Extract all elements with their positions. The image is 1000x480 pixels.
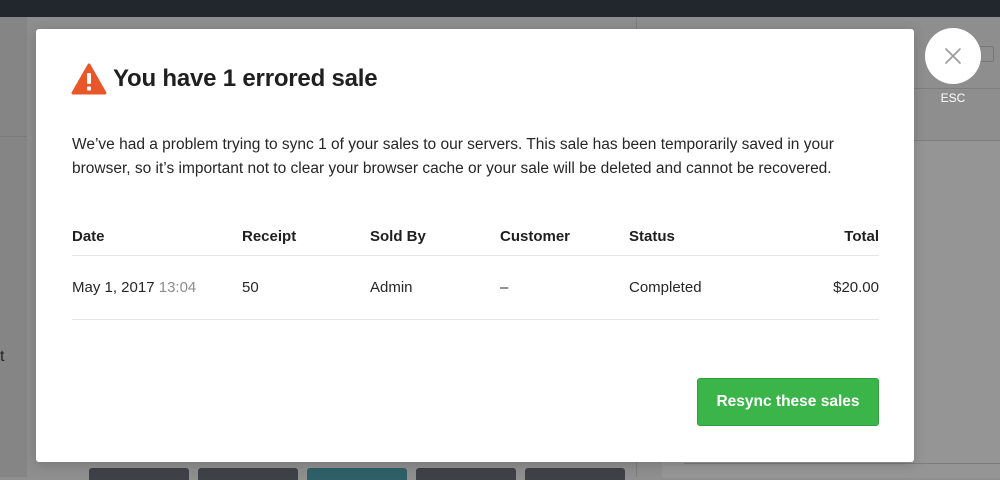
warning-triangle-icon — [71, 63, 107, 95]
header-date: Date — [72, 227, 105, 245]
errored-sales-modal: You have 1 errored sale We’ve had a prob… — [36, 29, 914, 462]
header-receipt: Receipt — [242, 227, 297, 245]
header-customer: Customer — [500, 227, 571, 245]
background-partial-text: t — [0, 348, 5, 365]
header-sold-by: Sold By — [370, 227, 426, 245]
background-right-divider — [914, 88, 1000, 89]
table-header: Date Receipt Sold By Customer Status Tot… — [72, 217, 879, 256]
background-button — [89, 468, 189, 480]
cell-sold-by: Admin — [370, 279, 413, 296]
header-total: Total — [844, 227, 879, 245]
background-button — [525, 468, 625, 480]
table-row: May 1, 2017 13:04 50 Admin – Completed $… — [72, 256, 879, 320]
modal-header: You have 1 errored sale — [71, 63, 378, 95]
background-left-divider — [0, 136, 27, 137]
modal-description: We’ve had a problem trying to sync 1 of … — [72, 136, 834, 177]
background-left-panel — [0, 17, 27, 477]
header-status: Status — [629, 227, 675, 245]
cell-customer: – — [500, 279, 509, 296]
esc-label: ESC — [940, 91, 966, 105]
close-button[interactable] — [925, 28, 981, 84]
sale-date: May 1, 2017 — [72, 279, 155, 296]
cell-status: Completed — [629, 279, 702, 296]
background-top-bar — [0, 0, 1000, 17]
cell-receipt: 50 — [242, 279, 259, 296]
background-button — [198, 468, 298, 480]
background-button — [416, 468, 516, 480]
cell-total: $20.00 — [833, 279, 879, 296]
errored-sales-table: Date Receipt Sold By Customer Status Tot… — [72, 217, 879, 320]
cell-date: May 1, 2017 13:04 — [72, 279, 242, 296]
background-button — [307, 468, 407, 480]
modal-title: You have 1 errored sale — [113, 65, 378, 92]
sale-time: 13:04 — [158, 279, 197, 296]
close-icon — [945, 48, 961, 64]
resync-sales-button[interactable]: Resync these sales — [697, 378, 879, 426]
background-footer-divider — [684, 463, 1000, 464]
